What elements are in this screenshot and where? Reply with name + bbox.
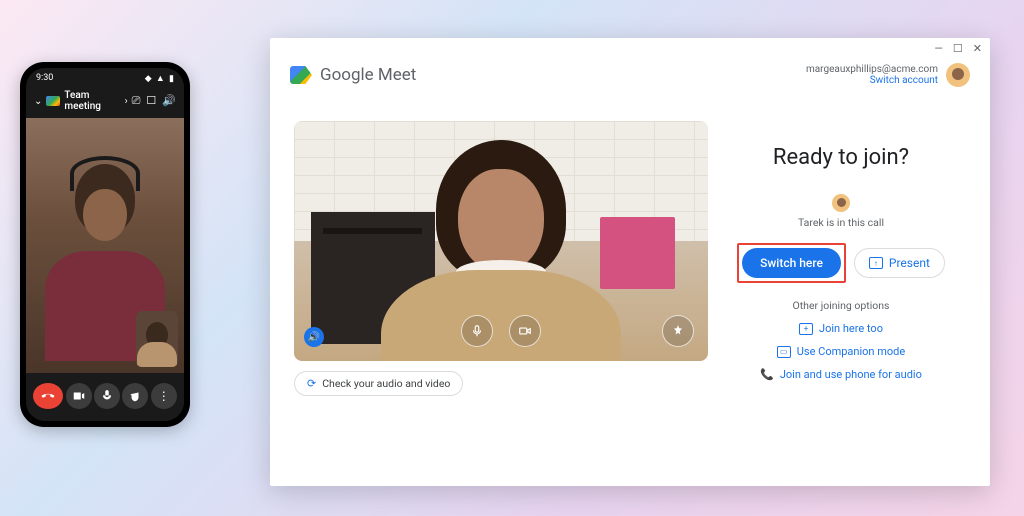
phone-status-icons: ◆ ▲ ▮ xyxy=(143,73,174,84)
brand: Google Meet xyxy=(290,65,416,85)
account-info: margeauxphillips@acme.com Switch account xyxy=(806,63,970,87)
phone-time: 9:30 xyxy=(36,73,53,84)
companion-label: Use Companion mode xyxy=(797,345,905,358)
phone-call-controls: ⋮ xyxy=(26,373,184,421)
camera-button[interactable] xyxy=(66,383,92,409)
companion-icon: ▭ xyxy=(777,346,791,358)
chevron-down-icon[interactable]: ⌄ xyxy=(34,96,42,107)
companion-mode-link[interactable]: ▭ Use Companion mode xyxy=(777,345,905,358)
phone-status-bar: 9:30 ◆ ▲ ▮ xyxy=(26,68,184,86)
speaker-icon[interactable]: 🔊 xyxy=(162,94,176,108)
phone-screen: 9:30 ◆ ▲ ▮ ⌄ Team meeting › ⎚ ☐ 🔊 xyxy=(26,68,184,421)
captions-icon[interactable]: ☐ xyxy=(146,94,156,108)
more-options-button[interactable]: ⋮ xyxy=(151,383,177,409)
phone-main-video xyxy=(26,118,184,373)
phone-mockup: 9:30 ◆ ▲ ▮ ⌄ Team meeting › ⎚ ☐ 🔊 xyxy=(20,62,190,427)
join-too-label: Join here too xyxy=(819,322,883,335)
switch-camera-icon[interactable]: › xyxy=(125,96,128,107)
join-here-too-link[interactable]: + Join here too xyxy=(799,322,883,335)
primary-actions: Switch here ↑ Present xyxy=(737,243,945,283)
participants-row xyxy=(832,194,850,212)
user-avatar[interactable] xyxy=(946,63,970,87)
phone-self-view[interactable] xyxy=(136,311,178,367)
audio-indicator-icon: 🔊 xyxy=(304,327,324,347)
meet-icon xyxy=(46,96,60,106)
in-call-text: Tarek is in this call xyxy=(798,216,884,229)
present-icon: ↑ xyxy=(869,257,883,269)
effects-button[interactable] xyxy=(662,315,694,347)
phone-audio-label: Join and use phone for audio xyxy=(780,368,922,381)
account-email: margeauxphillips@acme.com xyxy=(806,64,938,75)
participant-avatar xyxy=(832,194,850,212)
tutorial-highlight: Switch here xyxy=(737,243,846,283)
wifi-icon: ◆ xyxy=(145,74,152,84)
camera-preview: ⋮ 🔊 xyxy=(294,121,708,361)
meeting-title: Team meeting xyxy=(64,90,120,112)
minimize-icon[interactable]: — xyxy=(934,42,943,55)
check-av-label: Check your audio and video xyxy=(322,377,450,390)
present-label: Present xyxy=(889,256,930,270)
toggle-mic-button[interactable] xyxy=(461,315,493,347)
window-body: ⋮ 🔊 Check your audio and video Ready to … xyxy=(270,93,990,486)
join-column: Ready to join? Tarek is in this call Swi… xyxy=(716,121,966,470)
phone-audio-icon: 📞 xyxy=(760,368,774,381)
window-controls: — ☐ ✕ xyxy=(270,38,990,55)
signal-icon: ▲ xyxy=(156,74,165,84)
battery-icon: ▮ xyxy=(169,74,174,84)
meet-window: — ☐ ✕ Google Meet margeauxphillips@acme.… xyxy=(270,38,990,486)
join-too-icon: + xyxy=(799,323,813,335)
ready-heading: Ready to join? xyxy=(773,145,909,170)
end-call-button[interactable] xyxy=(33,383,63,409)
toggle-camera-button[interactable] xyxy=(509,315,541,347)
check-audio-video-button[interactable]: Check your audio and video xyxy=(294,371,463,396)
phone-call-header: ⌄ Team meeting › ⎚ ☐ 🔊 xyxy=(26,86,184,118)
preview-column: ⋮ 🔊 Check your audio and video xyxy=(294,121,708,470)
raise-hand-button[interactable] xyxy=(122,383,148,409)
close-icon[interactable]: ✕ xyxy=(973,42,982,55)
other-options-label: Other joining options xyxy=(793,299,890,312)
switch-account-link[interactable]: Switch account xyxy=(806,75,938,86)
mic-button[interactable] xyxy=(94,383,120,409)
meet-logo-icon xyxy=(290,66,312,84)
switch-here-button[interactable]: Switch here xyxy=(742,248,841,278)
maximize-icon[interactable]: ☐ xyxy=(953,42,963,55)
phone-audio-link[interactable]: 📞 Join and use phone for audio xyxy=(760,368,922,381)
cast-icon[interactable]: ⎚ xyxy=(132,94,141,108)
brand-name: Google Meet xyxy=(320,65,416,85)
present-button[interactable]: ↑ Present xyxy=(854,248,945,278)
window-header: Google Meet margeauxphillips@acme.com Sw… xyxy=(270,55,990,93)
